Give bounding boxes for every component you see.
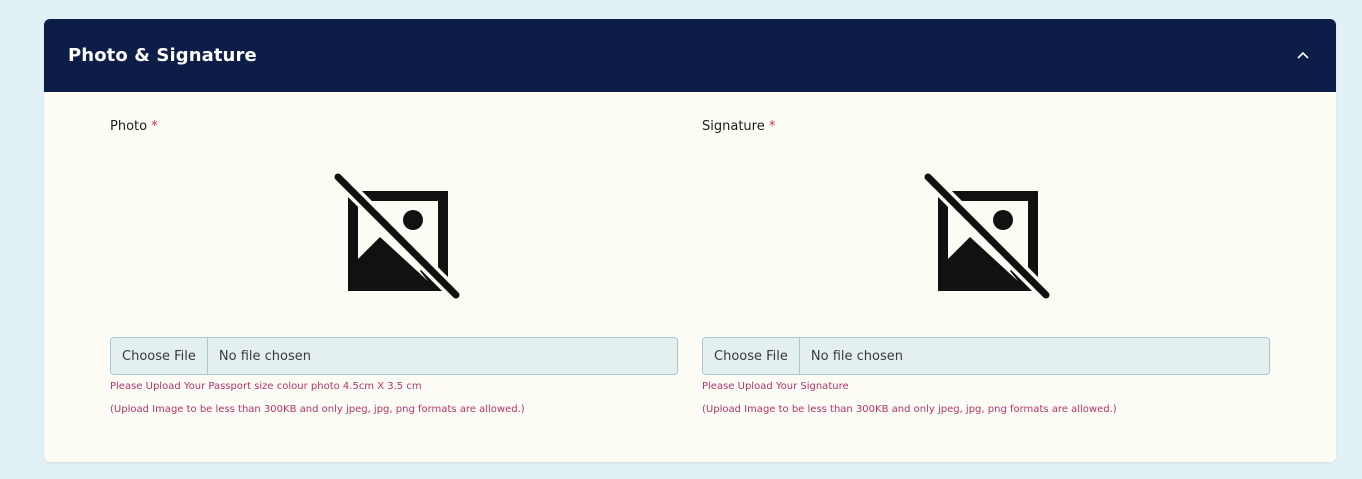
photo-format-hint: (Upload Image to be less than 300KB and … xyxy=(110,404,525,415)
photo-hint: Please Upload Your Passport size colour … xyxy=(110,381,422,392)
file-status: No file chosen xyxy=(218,348,311,364)
choose-file-button[interactable]: Choose File xyxy=(703,338,800,374)
photo-label: Photo * xyxy=(110,119,158,134)
image-off-icon xyxy=(918,159,1052,300)
chevron-up-icon[interactable] xyxy=(1294,47,1312,65)
signature-hint: Please Upload Your Signature xyxy=(702,381,849,392)
required-mark: * xyxy=(151,119,158,134)
signature-label-text: Signature xyxy=(702,119,765,134)
required-mark: * xyxy=(768,119,776,134)
choose-file-button[interactable]: Choose File xyxy=(111,338,208,374)
signature-label: Signature * xyxy=(702,119,775,134)
section-title: Photo & Signature xyxy=(68,45,257,66)
file-status: No file chosen xyxy=(810,348,903,364)
section-header[interactable]: Photo & Signature xyxy=(44,19,1336,92)
signature-format-hint: (Upload Image to be less than 300KB and … xyxy=(702,404,1117,415)
signature-file-input[interactable]: Choose File No file chosen xyxy=(702,337,1270,375)
photo-label-text: Photo xyxy=(110,119,148,134)
photo-file-input[interactable]: Choose File No file chosen xyxy=(110,337,678,375)
image-off-icon xyxy=(328,159,462,300)
photo-signature-card: Photo & Signature Photo * Choose File No… xyxy=(44,19,1336,462)
